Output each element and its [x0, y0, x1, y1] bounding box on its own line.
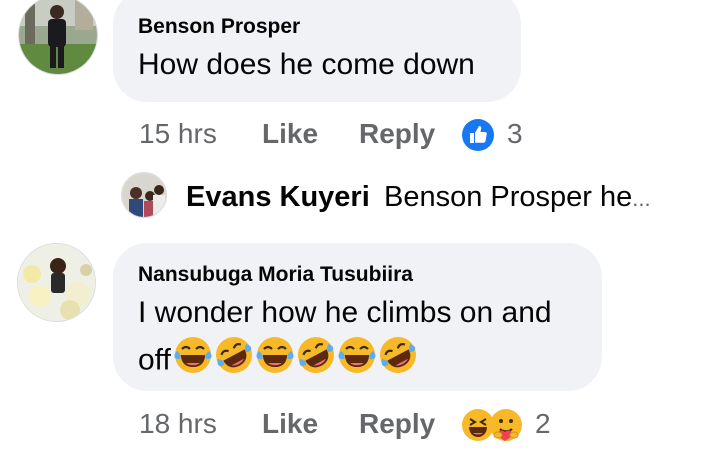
comment-timestamp[interactable]: 18 hrs	[139, 408, 217, 440]
rolling-laughing-emoji	[294, 333, 338, 390]
reply-button[interactable]: Reply	[359, 408, 435, 440]
reply-preview-ellipsis: ...	[632, 186, 651, 211]
laughing-crying-emoji	[253, 333, 297, 390]
reply-preview-text[interactable]: Benson Prosper he...	[384, 181, 651, 214]
care-reaction-icon[interactable]	[489, 408, 523, 447]
reply-author[interactable]: Evans Kuyeri	[186, 181, 370, 214]
rolling-laughing-emoji	[212, 333, 256, 390]
avatar-evans[interactable]	[121, 172, 167, 218]
comment-text-line: I wonder how he climbs on and	[138, 296, 552, 329]
reaction-count[interactable]: 3	[507, 118, 523, 150]
rolling-laughing-emoji	[376, 333, 420, 390]
comment-text-line: off	[138, 333, 417, 390]
comment-author[interactable]: Benson Prosper	[138, 15, 300, 39]
comment-author[interactable]: Nansubuga Moria Tusubiira	[138, 263, 413, 287]
laughing-crying-emoji	[335, 333, 379, 390]
emoji-row	[171, 337, 417, 376]
reaction-count[interactable]: 2	[535, 408, 551, 440]
avatar-benson[interactable]	[18, 0, 98, 75]
comment-timestamp[interactable]: 15 hrs	[139, 118, 217, 150]
reply-button[interactable]: Reply	[359, 118, 435, 150]
avatar-nansubuga[interactable]	[17, 243, 96, 322]
like-button[interactable]: Like	[262, 118, 318, 150]
laughing-crying-emoji	[171, 333, 215, 390]
comment-text: How does he come down	[138, 48, 475, 81]
comment-text-tail: off	[138, 343, 171, 377]
reply-preview-body: Benson Prosper he	[384, 181, 633, 213]
like-button[interactable]: Like	[262, 408, 318, 440]
like-reaction-icon[interactable]	[461, 118, 495, 157]
